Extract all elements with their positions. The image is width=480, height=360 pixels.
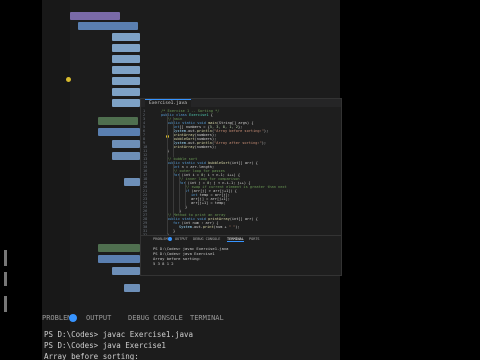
- code-token: (int[] arr) {: [229, 161, 258, 165]
- code-token: "Array before sorting:": [214, 129, 264, 133]
- tab-output[interactable]: OUTPUT: [175, 237, 188, 241]
- background-code-line: [112, 55, 140, 63]
- code-token: (num +: [213, 225, 229, 229]
- code-token: arr[j+1] = temp;: [191, 201, 226, 205]
- code-token: );: [263, 129, 269, 133]
- code-token: {: [208, 113, 213, 117]
- background-code-line: [98, 117, 138, 125]
- background-code-line: [98, 244, 140, 252]
- background-tab-terminal[interactable]: TERMINAL: [190, 314, 224, 322]
- code-token: (int[] arr) {: [229, 217, 258, 221]
- editor-tab-bar: Exercise1.java: [141, 99, 341, 107]
- background-code-line: [112, 140, 140, 148]
- background-code-line: [124, 178, 140, 186]
- problems-count-badge: [69, 314, 77, 322]
- code-line: }: [173, 229, 175, 233]
- lightbulb-icon[interactable]: [66, 77, 71, 82]
- line-number-gutter: 1 2 3 4 5 6 7 8 9 10 11 12 13 14 15 16 17 18 19 20 21 22 23 24 2…: [141, 107, 157, 239]
- background-code-line: [124, 284, 140, 292]
- background-code-line: [112, 66, 140, 74]
- code-token: "Array after sorting:": [214, 141, 262, 145]
- background-terminal-line: Array before sorting:: [44, 352, 139, 360]
- background-code-line: [78, 22, 138, 30]
- tab-terminal[interactable]: TERMINAL: [227, 237, 244, 242]
- terminal-line: 5 3 8 1 2: [153, 261, 174, 266]
- code-token: Exercise1: [189, 113, 209, 117]
- code-token: .out.: [191, 225, 203, 229]
- code-token: );: [261, 141, 267, 145]
- scroll-indicator[interactable]: [4, 250, 7, 266]
- code-token: }: [173, 229, 176, 233]
- panel-tabs: PROBLEMS OUTPUT DEBUG CONSOLE TERMINAL P…: [141, 237, 341, 243]
- editor-window: Exercise1.java 1 2 3 4 5 6 7 8 9 10 11 12 13 14 15 16 17…: [140, 98, 342, 276]
- background-code-line: [70, 12, 120, 20]
- bottom-panel: PROBLEMS OUTPUT DEBUG CONSOLE TERMINAL P…: [141, 235, 341, 275]
- background-code-line: [112, 88, 140, 96]
- scroll-indicator[interactable]: [4, 272, 7, 286]
- code-token: (numbers);: [194, 145, 217, 149]
- background-gutter: [42, 0, 70, 360]
- background-code-line: [112, 99, 140, 107]
- background-terminal-line: PS D:\Codes> java Exercise1: [44, 341, 166, 350]
- background-terminal-line: PS D:\Codes> javac Exercise1.java: [44, 330, 194, 339]
- tab-debug-console[interactable]: DEBUG CONSOLE: [193, 237, 220, 241]
- code-token: printArray: [173, 145, 195, 149]
- indent-guide: [179, 173, 180, 213]
- code-line: arr[j+1] = temp;: [191, 201, 226, 205]
- problems-count-badge: [168, 237, 172, 241]
- background-code-line: [112, 267, 140, 275]
- tab-ports[interactable]: PORTS: [249, 237, 260, 241]
- code-token: print: [202, 225, 214, 229]
- background-code-line: [112, 77, 140, 85]
- background-code-line: [112, 44, 140, 52]
- code-line: printArray(numbers);: [173, 145, 216, 149]
- indent-guide: [173, 161, 174, 217]
- code-token: );: [235, 225, 240, 229]
- indent-guide: [185, 181, 186, 207]
- background-code-line: [98, 128, 140, 136]
- scroll-indicator[interactable]: [4, 296, 7, 312]
- code-token: System: [179, 225, 192, 229]
- indent-guide: [173, 117, 174, 157]
- background-panel-tabs: PROBLEMS OUTPUT DEBUG CONSOLE TERMINAL: [42, 313, 340, 325]
- background-code-line: [112, 33, 140, 41]
- background-tab-debug-console[interactable]: DEBUG CONSOLE: [128, 314, 183, 322]
- background-tab-output[interactable]: OUTPUT: [86, 314, 111, 322]
- file-tab[interactable]: Exercise1.java: [145, 99, 191, 107]
- code-line: System.out.print(num + " ");: [179, 225, 240, 229]
- background-code-line: [112, 152, 140, 160]
- background-code-line: [98, 255, 140, 263]
- indent-guide: [167, 113, 168, 233]
